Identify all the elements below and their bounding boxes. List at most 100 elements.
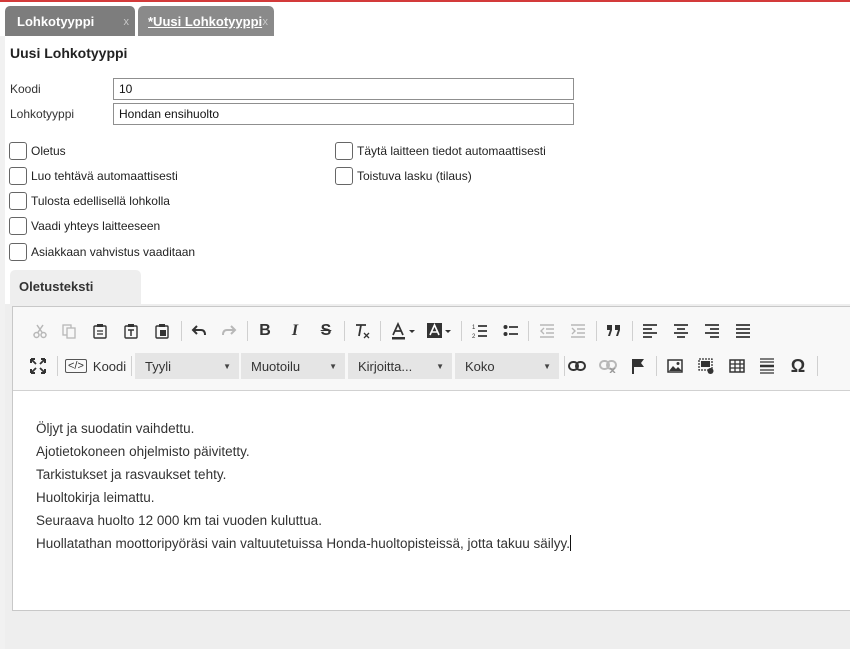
checkbox-tulosta[interactable]: Tulosta edellisellä lohkolla <box>9 191 170 211</box>
checkbox-asiakkaan-vahvistus[interactable]: Asiakkaan vahvistus vaaditaan <box>9 242 195 262</box>
font-dropdown[interactable]: Kirjoitta... ▼ <box>348 353 452 379</box>
tab-uusi-lohkotyyppi[interactable]: *Uusi Lohkotyyppi x <box>138 6 274 36</box>
embed-media-icon[interactable] <box>693 354 719 378</box>
chevron-down-icon: ▼ <box>223 361 231 371</box>
checkbox-box[interactable] <box>9 192 27 210</box>
redo-icon[interactable] <box>216 319 242 343</box>
toolbar-separator <box>817 356 818 376</box>
toolbar-separator <box>344 321 345 341</box>
table-icon[interactable] <box>724 354 750 378</box>
koodi-input[interactable] <box>113 78 574 100</box>
combo-label: Koko <box>465 358 495 374</box>
italic-icon[interactable]: I <box>282 319 308 343</box>
toolbar-separator <box>57 356 58 376</box>
checkbox-label: Asiakkaan vahvistus vaaditaan <box>31 245 196 259</box>
remove-format-icon[interactable] <box>349 319 375 343</box>
lohkotyyppi-input[interactable] <box>113 103 574 125</box>
strikethrough-icon[interactable]: S <box>313 319 339 343</box>
tab-label: Lohkotyyppi <box>17 14 95 29</box>
cut-icon[interactable] <box>27 319 53 343</box>
content-line: Huoltokirja leimattu. <box>36 490 155 505</box>
checkbox-box[interactable] <box>9 243 27 261</box>
anchor-flag-icon[interactable] <box>625 354 651 378</box>
checkbox-label: Tulosta edellisellä lohkolla <box>31 194 170 208</box>
checkbox-box[interactable] <box>335 142 353 160</box>
svg-text:2: 2 <box>472 334 476 339</box>
combo-label: Tyyli <box>145 358 171 374</box>
align-center-icon[interactable] <box>668 319 694 343</box>
tab-lohkotyyppi[interactable]: Lohkotyyppi x <box>5 6 135 36</box>
content-line: Ajotietokoneen ohjelmisto päivitetty. <box>36 444 250 459</box>
format-dropdown[interactable]: Muotoilu ▼ <box>241 353 345 379</box>
checkbox-box[interactable] <box>9 167 27 185</box>
link-icon[interactable] <box>564 354 590 378</box>
page-title: Uusi Lohkotyyppi <box>10 45 128 61</box>
tab-oletusteksti[interactable]: Oletusteksti <box>10 270 141 304</box>
checkbox-box[interactable] <box>9 217 27 235</box>
numbered-list-icon[interactable]: 12 <box>467 319 493 343</box>
size-dropdown[interactable]: Koko ▼ <box>455 353 559 379</box>
source-icon: </> <box>65 359 87 373</box>
checkbox-vaadi-yhteys[interactable]: Vaadi yhteys laitteeseen <box>9 216 160 236</box>
align-left-icon[interactable] <box>637 319 663 343</box>
bulleted-list-icon[interactable] <box>498 319 524 343</box>
paste-word-icon[interactable] <box>149 319 175 343</box>
checkbox-label: Toistuva lasku (tilaus) <box>357 169 472 183</box>
rich-text-editor: B I S 12 </> Koodi Tyyli ▼ Muotoilu ▼ Ki… <box>12 306 850 611</box>
toolbar-separator <box>247 321 248 341</box>
horizontal-line-icon[interactable] <box>754 354 780 378</box>
koodi-label: Koodi <box>10 82 41 96</box>
checkbox-luo-tehtava[interactable]: Luo tehtävä automaattisesti <box>9 166 178 186</box>
toolbar-separator <box>181 321 182 341</box>
combo-label: Muotoilu <box>251 358 301 374</box>
blockquote-icon[interactable] <box>601 319 627 343</box>
tab-bar: Lohkotyyppi x *Uusi Lohkotyyppi x <box>0 2 850 36</box>
toolbar-separator <box>380 321 381 341</box>
content-line: Huollatathan moottoripyöräsi vain valtuu… <box>36 532 572 555</box>
text-caret <box>570 535 572 551</box>
checkbox-oletus[interactable]: Oletus <box>9 141 66 161</box>
editor-toolbar: B I S 12 </> Koodi Tyyli ▼ Muotoilu ▼ Ki… <box>13 307 850 391</box>
background-color-icon[interactable] <box>423 319 455 343</box>
align-right-icon[interactable] <box>699 319 725 343</box>
copy-icon[interactable] <box>56 319 82 343</box>
lohkotyyppi-label: Lohkotyyppi <box>10 107 75 121</box>
paste-icon[interactable] <box>87 319 113 343</box>
indent-icon[interactable] <box>565 319 591 343</box>
checkbox-label: Oletus <box>31 144 66 158</box>
checkbox-box[interactable] <box>335 167 353 185</box>
svg-text:1: 1 <box>472 325 476 331</box>
close-icon[interactable]: x <box>124 16 130 28</box>
checkbox-toistuva-lasku[interactable]: Toistuva lasku (tilaus) <box>335 166 472 186</box>
checkbox-label: Vaadi yhteys laitteeseen <box>31 219 161 233</box>
checkbox-tayta-laitteen-tiedot[interactable]: Täytä laitteen tiedot automaattisesti <box>335 141 546 161</box>
checkbox-box[interactable] <box>9 142 27 160</box>
source-button[interactable]: </> Koodi <box>65 353 126 379</box>
content-line: Tarkistukset ja rasvaukset tehty. <box>36 467 227 482</box>
toolbar-separator <box>528 321 529 341</box>
editor-content[interactable]: Öljyt ja suodatin vaihdettu. Ajotietokon… <box>36 417 572 555</box>
toolbar-separator <box>596 321 597 341</box>
style-dropdown[interactable]: Tyyli ▼ <box>135 353 239 379</box>
chevron-down-icon: ▼ <box>436 361 444 371</box>
combo-label: Kirjoitta... <box>358 358 413 374</box>
bold-icon[interactable]: B <box>252 319 278 343</box>
undo-icon[interactable] <box>186 319 212 343</box>
toolbar-separator <box>461 321 462 341</box>
toolbar-separator <box>656 356 657 376</box>
text-color-icon[interactable] <box>387 319 419 343</box>
close-icon[interactable]: x <box>263 16 269 28</box>
chevron-down-icon: ▼ <box>543 361 551 371</box>
outdent-icon[interactable] <box>534 319 560 343</box>
image-icon[interactable] <box>662 354 688 378</box>
checkbox-label: Täytä laitteen tiedot automaattisesti <box>357 144 546 158</box>
content-line: Öljyt ja suodatin vaihdettu. <box>36 421 195 436</box>
special-character-icon[interactable]: Ω <box>785 354 811 378</box>
align-justify-icon[interactable] <box>730 319 756 343</box>
unlink-icon[interactable] <box>595 354 621 378</box>
chevron-down-icon: ▼ <box>329 361 337 371</box>
checkbox-label: Luo tehtävä automaattisesti <box>31 169 178 183</box>
content-line-text: Huollatathan moottoripyöräsi vain valtuu… <box>36 536 571 551</box>
maximize-icon[interactable] <box>25 354 51 378</box>
paste-text-icon[interactable] <box>118 319 144 343</box>
